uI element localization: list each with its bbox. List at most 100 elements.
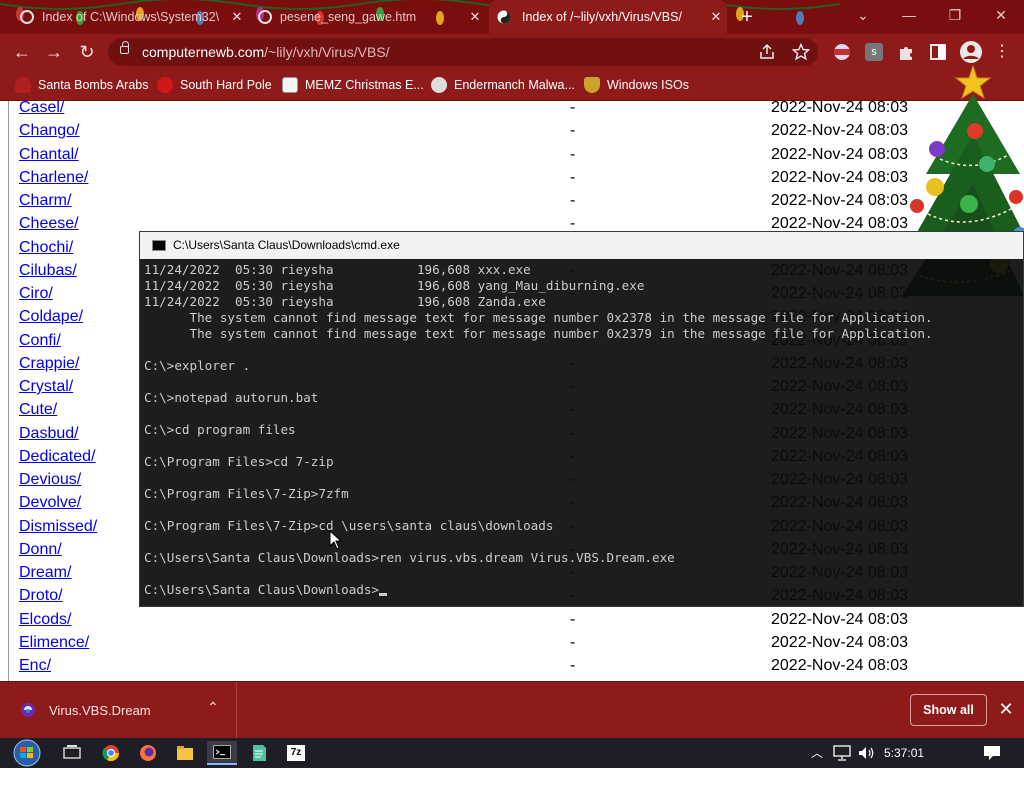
chrome-taskbar-button[interactable] <box>96 741 126 765</box>
close-tab-icon[interactable]: ✕ <box>705 9 727 25</box>
folder-modified-date: 2022-Nov-24 08:03 <box>771 633 908 651</box>
close-tab-icon[interactable]: ✕ <box>226 9 248 25</box>
notifications-icon[interactable] <box>983 745 1001 761</box>
bookmark-star-icon[interactable] <box>792 43 812 63</box>
folder-link[interactable]: Confi/ <box>19 332 61 350</box>
folder-link[interactable]: Crappie/ <box>19 355 79 373</box>
tab-system32[interactable]: Index of C:\Windows\System32\ ✕ <box>12 0 248 34</box>
task-view-button[interactable] <box>57 741 87 765</box>
close-window-button[interactable]: ✕ <box>978 0 1024 30</box>
folder-link[interactable]: Dream/ <box>19 564 71 582</box>
extension-s-icon[interactable]: s <box>865 43 883 61</box>
chrome-icon <box>102 745 120 762</box>
folder-link[interactable]: Dismissed/ <box>19 518 97 536</box>
network-icon[interactable] <box>833 745 851 761</box>
folder-link[interactable]: Charm/ <box>19 192 71 210</box>
notepad-taskbar-button[interactable] <box>244 741 274 765</box>
start-orb-icon[interactable] <box>10 738 44 768</box>
folder-modified-date: 2022-Nov-24 08:03 <box>771 657 908 674</box>
volume-icon[interactable] <box>857 745 875 761</box>
forward-button[interactable]: → <box>40 38 68 66</box>
folder-modified-date: 2022-Nov-24 08:03 <box>771 610 908 628</box>
tray-overflow-chevron-icon[interactable]: ︿ <box>808 738 826 768</box>
cmd-window[interactable]: C:\Users\Santa Claus\Downloads\cmd.exe 1… <box>139 231 1024 607</box>
tab-pesene[interactable]: pesene_seng_gawe.htm ✕ <box>250 0 486 34</box>
folder-link[interactable]: Charlene/ <box>19 169 88 187</box>
reload-button[interactable]: ↻ <box>73 38 101 66</box>
tab-vbs-index[interactable]: Index of /~lily/vxh/Virus/VBS/ ✕ <box>489 0 727 34</box>
folder-link[interactable]: Elimence/ <box>19 634 89 652</box>
cmd-line <box>144 438 933 454</box>
clock-time: 5:37:01 <box>884 746 925 760</box>
url-text[interactable]: computernewb.com/~lily/vxh/Virus/VBS/ <box>142 44 390 60</box>
url-host: computernewb.com <box>142 44 265 60</box>
globe-icon <box>20 10 34 24</box>
cmd-title-text: C:\Users\Santa Claus\Downloads\cmd.exe <box>173 238 400 252</box>
firefox-taskbar-button[interactable] <box>133 741 163 765</box>
cmd-line: C:\Program Files\7-Zip>cd \users\santa c… <box>144 518 554 533</box>
menu-kebab-icon[interactable]: ⋮ <box>992 40 1012 64</box>
folder-link[interactable]: Chantal/ <box>19 146 79 164</box>
folder-link[interactable]: Chango/ <box>19 122 80 140</box>
download-item[interactable]: Virus.VBS.Dream ⌃ <box>0 682 237 739</box>
folder-link[interactable]: Chochi/ <box>19 239 73 257</box>
new-tab-button[interactable]: + <box>730 0 764 34</box>
restore-button[interactable]: ❐ <box>932 0 978 30</box>
memz-icon <box>282 77 298 93</box>
folder-link[interactable]: Droto/ <box>19 587 63 605</box>
folder-link[interactable]: Elcods/ <box>19 611 71 629</box>
show-all-button[interactable]: Show all <box>910 694 987 726</box>
bookmark-label: MEMZ Christmas E... <box>305 78 424 92</box>
folder-link[interactable]: Devolve/ <box>19 494 81 512</box>
file-explorer-icon <box>177 746 193 760</box>
cmd-taskbar-button[interactable] <box>207 741 237 765</box>
share-icon[interactable] <box>758 43 778 63</box>
folder-link[interactable]: Cheese/ <box>19 215 79 233</box>
clock[interactable]: 5:37:01 rieysha <box>884 738 966 790</box>
bookmark-endermanch[interactable]: Endermanch Malwa... <box>431 70 575 100</box>
folder-link[interactable]: Ciro/ <box>19 285 53 303</box>
chevron-up-icon[interactable]: ⌃ <box>204 699 222 719</box>
folder-link[interactable]: Dasbud/ <box>19 425 79 443</box>
cmd-titlebar[interactable]: C:\Users\Santa Claus\Downloads\cmd.exe <box>140 232 1023 259</box>
profile-avatar[interactable] <box>959 40 983 64</box>
tab-search-button[interactable]: ⌄ <box>840 0 886 30</box>
bookmark-santa-bombs[interactable]: Santa Bombs Arabs <box>15 70 148 100</box>
side-panel-icon[interactable] <box>929 43 947 61</box>
folder-link[interactable]: Devious/ <box>19 471 81 489</box>
minimize-button[interactable]: — <box>886 0 932 30</box>
folder-size: - <box>570 145 576 163</box>
cmd-line <box>144 502 933 518</box>
folder-size: - <box>570 633 576 651</box>
folder-link[interactable]: Donn/ <box>19 541 62 559</box>
extension-flag-icon[interactable] <box>833 43 851 61</box>
folder-link[interactable]: Casel/ <box>19 101 64 117</box>
7zip-taskbar-button[interactable]: 7z <box>281 741 311 765</box>
folder-size: - <box>570 657 576 674</box>
folder-size: - <box>570 192 576 209</box>
folder-link[interactable]: Enc/ <box>19 657 51 675</box>
folder-link[interactable]: Dedicated/ <box>19 448 96 466</box>
listing-row: Elimence/ - 2022-Nov-24 08:03 <box>0 633 1024 656</box>
folder-link[interactable]: Cilubas/ <box>19 262 77 280</box>
address-bar[interactable]: computernewb.com/~lily/vxh/Virus/VBS/ <box>108 38 818 66</box>
close-download-bar-button[interactable]: ✕ <box>995 698 1017 720</box>
close-tab-icon[interactable]: ✕ <box>464 9 486 25</box>
folder-link[interactable]: Crystal/ <box>19 378 73 396</box>
lock-icon[interactable] <box>120 41 129 54</box>
folder-link[interactable]: Coldape/ <box>19 308 83 326</box>
light-bulb-icon <box>796 11 804 25</box>
back-button[interactable]: ← <box>8 38 36 66</box>
flower-icon <box>157 77 173 93</box>
cmd-prompt-line[interactable]: C:\Users\Santa Claus\Downloads> <box>144 582 933 598</box>
folder-link[interactable]: Cute/ <box>19 401 57 419</box>
listing-row: Elcods/ - 2022-Nov-24 08:03 <box>0 610 1024 633</box>
bookmark-south-hard-pole[interactable]: South Hard Pole <box>157 70 272 100</box>
bookmark-memz[interactable]: MEMZ Christmas E... <box>282 70 424 100</box>
bookmark-windows-isos[interactable]: Windows ISOs <box>584 70 689 100</box>
cmd-output[interactable]: 11/24/2022 05:30 rieysha 196,608 xxx.exe… <box>144 262 933 598</box>
file-explorer-taskbar-button[interactable] <box>170 741 200 765</box>
bookmark-label: Santa Bombs Arabs <box>38 78 149 92</box>
vbs-file-icon <box>21 703 35 717</box>
extensions-puzzle-icon[interactable] <box>897 43 915 61</box>
